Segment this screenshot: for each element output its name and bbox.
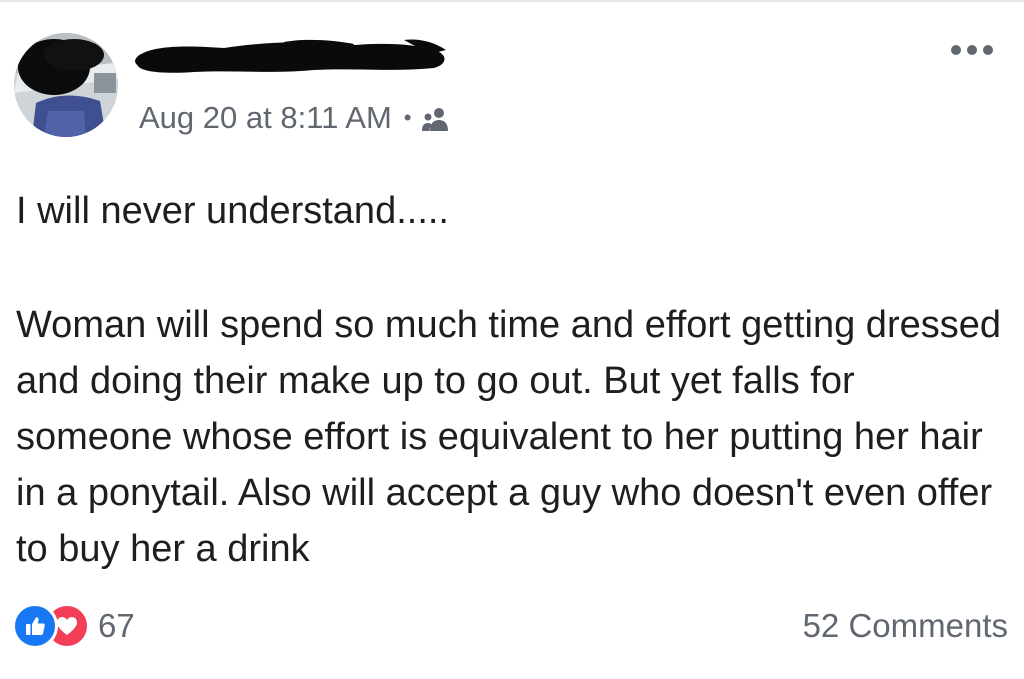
post-text-line-1: I will never understand.....	[16, 190, 449, 232]
top-divider	[0, 0, 1024, 2]
post-meta: Aug 20 at 8:11 AM •	[139, 98, 451, 138]
like-icon	[12, 603, 58, 649]
more-dot	[951, 45, 961, 55]
avatar-image	[14, 33, 118, 137]
author-name-redacted[interactable]	[134, 38, 450, 76]
avatar[interactable]	[14, 33, 118, 137]
reaction-count: 67	[98, 607, 135, 644]
post-text-paragraph-2: Woman will spend so much time and effort…	[16, 304, 1001, 570]
more-dot	[983, 45, 993, 55]
more-dot	[967, 45, 977, 55]
post-body: I will never understand..... Woman will …	[16, 183, 1016, 577]
reactions-summary[interactable]: 67	[12, 603, 135, 649]
redaction-mark	[135, 39, 446, 73]
more-options-icon[interactable]	[944, 36, 1000, 64]
comments-count-link[interactable]: 52 Comments	[803, 604, 1008, 648]
meta-separator: •	[403, 105, 412, 130]
friends-icon[interactable]	[421, 105, 451, 131]
post-timestamp[interactable]: Aug 20 at 8:11 AM	[139, 100, 392, 136]
